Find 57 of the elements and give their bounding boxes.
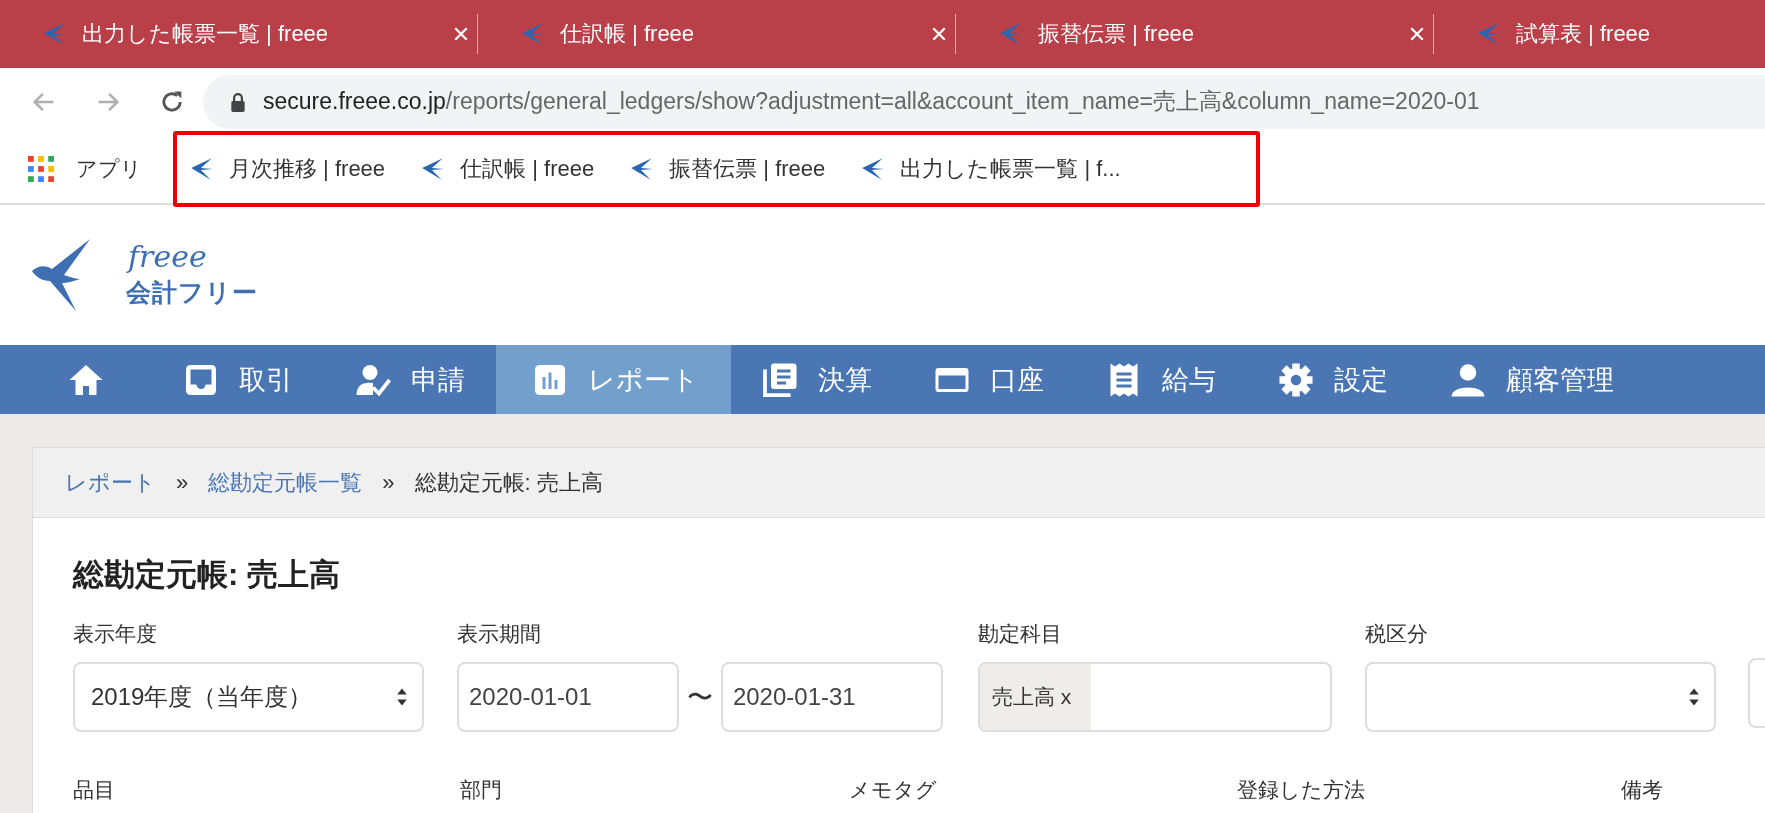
filter-label: メモタグ	[849, 777, 938, 803]
bookmark-link[interactable]: 振替伝票 | freee	[669, 154, 826, 184]
page-title: 総勘定元帳: 売上高	[73, 556, 341, 594]
nav-tab[interactable]: 申請	[324, 345, 496, 414]
logo-name: 会計フリー	[126, 276, 258, 308]
apps-link[interactable]: アプリ	[76, 155, 142, 183]
nav-tab[interactable]: レポート	[496, 345, 731, 414]
date-input[interactable]: 2020-01-31	[720, 662, 943, 732]
breadcrumb-link[interactable]: 総勘定元帳一覧	[208, 467, 363, 498]
filter-label: 表示期間	[457, 621, 542, 647]
range-separator: 〜	[686, 680, 714, 714]
nav-tab[interactable]: 顧客管理	[1419, 345, 1645, 414]
select-field[interactable]	[1365, 662, 1716, 732]
user-icon	[1450, 361, 1486, 398]
url-text: secure.freee.co.jp/reports/general_ledgers/show?adjustment=all&account_item_name=売上高&column_name=2020-01	[263, 87, 1480, 116]
lock-icon	[229, 91, 247, 112]
browser-tab[interactable]: 振替伝票 | freee	[956, 0, 1433, 68]
apps-grid-icon[interactable]	[28, 156, 54, 182]
browser-tab[interactable]: 試算表 | freee	[1434, 0, 1765, 68]
browser-tab[interactable]: 仕訳帳 | freee	[478, 0, 955, 68]
breadcrumb-separator: »	[382, 469, 395, 496]
breadcrumb-separator: »	[176, 469, 189, 496]
filter-label: 税区分	[1365, 621, 1429, 647]
tab-title: 試算表 | freee	[1516, 20, 1651, 48]
sort-arrows-icon	[1688, 686, 1700, 708]
filter-label: 勘定科目	[978, 621, 1063, 647]
breadcrumb-current: 総勘定元帳: 売上高	[414, 468, 603, 497]
close-icon[interactable]	[1409, 26, 1425, 42]
book-icon	[762, 361, 798, 398]
tag-input-field[interactable]: 売上高 x	[978, 662, 1332, 732]
tab-title: 出力した帳票一覧 | freee	[82, 20, 329, 48]
nav-tab[interactable]: 給与	[1075, 345, 1247, 414]
bookmark-link[interactable]: 出力した帳票一覧 | f...	[900, 154, 1121, 184]
nav-tab[interactable]: 決算	[731, 345, 903, 414]
date-input[interactable]: 2020-01-01	[457, 662, 680, 732]
bookmark-link[interactable]: 月次推移 | freee	[229, 154, 386, 184]
breadcrumb-link[interactable]: レポート	[65, 467, 156, 498]
nav-tab[interactable]: 口座	[903, 345, 1075, 414]
close-icon[interactable]	[453, 26, 469, 42]
filter-label: 登録した方法	[1237, 777, 1366, 803]
close-icon[interactable]	[931, 26, 947, 42]
filter-label: 部門	[460, 777, 503, 803]
select-field[interactable]: 2019年度（当年度）	[73, 662, 424, 732]
bookmark-link[interactable]: 仕訳帳 | freee	[460, 154, 595, 184]
filter-label: 品目	[73, 777, 116, 803]
logo-wordmark: freee	[128, 241, 208, 272]
nav-tab[interactable]: 設定	[1247, 345, 1419, 414]
address-field[interactable]: secure.freee.co.jp/reports/general_ledgers/show?adjustment=all&account_item_name=売上高&column_name=2020-01	[203, 74, 1765, 129]
tab-title: 振替伝票 | freee	[1038, 20, 1195, 48]
nav-tab[interactable]: 取引	[152, 345, 324, 414]
selected-tag[interactable]: 売上高 x	[980, 664, 1092, 730]
filter-label: 備考	[1621, 777, 1663, 803]
filter-label: 表示年度	[73, 621, 158, 647]
tab-title: 仕訳帳 | freee	[560, 20, 695, 48]
sort-arrows-icon	[396, 686, 408, 708]
browser-tab[interactable]: 出力した帳票一覧 | freee	[0, 0, 477, 68]
gear-icon	[1278, 361, 1314, 398]
